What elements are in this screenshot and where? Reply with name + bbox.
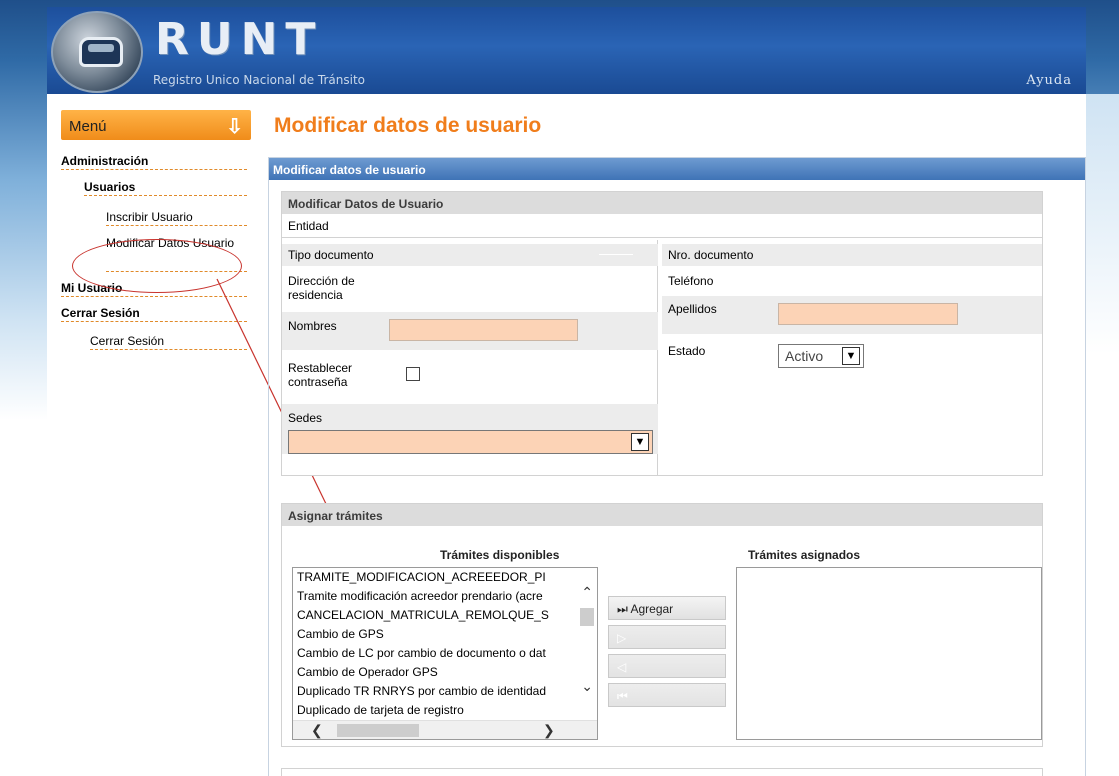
chevron-left-icon[interactable]: ❮ xyxy=(311,722,323,739)
sedes-select[interactable]: ▼ xyxy=(288,430,653,454)
direccion-label: Dirección de residencia xyxy=(288,274,355,302)
scroll-thumb[interactable] xyxy=(580,608,594,626)
sidebar: Menú ⇩ Administración Usuarios Inscribir… xyxy=(61,110,251,350)
nro-documento-label: Nro. documento xyxy=(668,248,754,262)
right-column: Nro. documento Teléfono Apellidos Estado… xyxy=(662,240,1042,475)
header: RUNT Registro Unico Nacional de Tránsito… xyxy=(47,7,1086,94)
list-item[interactable]: Tramite modificación acreedor prendario … xyxy=(293,587,576,606)
arrow-down-icon: ⇩ xyxy=(226,116,243,138)
horizontal-scrollbar[interactable]: ❮ ❯ xyxy=(293,720,597,739)
logo-text: RUNT xyxy=(155,14,324,65)
main-panel: Modificar datos de usuario Modificar Dat… xyxy=(268,157,1086,776)
menu-header[interactable]: Menú ⇩ xyxy=(61,110,251,140)
car-icon xyxy=(79,37,123,67)
apellidos-label: Apellidos xyxy=(668,302,717,316)
tipo-documento-value xyxy=(599,254,633,255)
sidebar-item-administracion[interactable]: Administración xyxy=(61,154,247,170)
nombres-label: Nombres xyxy=(288,319,337,333)
modify-user-section: Modificar Datos de Usuario Entidad Tipo … xyxy=(281,191,1043,476)
vertical-scrollbar[interactable]: ⌃ ⌄ xyxy=(576,568,597,720)
estado-select[interactable]: Activo ▼ xyxy=(778,344,864,368)
page: RUNT Registro Unico Nacional de Tránsito… xyxy=(0,0,1119,776)
estado-label: Estado xyxy=(668,344,706,358)
tramites-asignados-list[interactable] xyxy=(736,567,1042,740)
restablecer-label: Restablecer contraseña xyxy=(288,361,353,389)
chevron-down-icon: ▼ xyxy=(842,347,860,365)
entidad-label: Entidad xyxy=(282,214,1042,238)
menu-label: Menú xyxy=(69,118,107,135)
agregar-button[interactable]: ⏭ Agregar xyxy=(608,596,726,620)
chevron-down-icon: ▼ xyxy=(631,433,649,451)
list-items: TRAMITE_MODIFICACION_ACREEEDOR_PI Tramit… xyxy=(293,568,576,720)
sidebar-item-cerrar-sesion[interactable]: Cerrar Sesión xyxy=(90,334,247,350)
section-title: Modificar Datos de Usuario xyxy=(282,192,1042,214)
nombres-input[interactable] xyxy=(389,319,578,341)
logo-subtitle: Registro Unico Nacional de Tránsito xyxy=(153,73,366,87)
right-gutter xyxy=(1086,94,1119,776)
chevron-up-icon[interactable]: ⌃ xyxy=(581,584,593,601)
sidebar-item-cerrar-sesion-header[interactable]: Cerrar Sesión xyxy=(61,306,247,322)
sidebar-item-usuarios[interactable]: Usuarios xyxy=(84,180,247,196)
asignar-tramites-section: Asignar trámites Trámites disponibles Tr… xyxy=(281,503,1043,747)
scroll-thumb[interactable] xyxy=(337,724,419,737)
list-item[interactable]: CANCELACION_MATRICULA_REMOLQUE_S xyxy=(293,606,576,625)
chevron-right-icon[interactable]: ❯ xyxy=(543,722,555,739)
remove-all-button[interactable]: ⏮ xyxy=(608,683,726,707)
tipo-documento-label: Tipo documento xyxy=(288,248,374,262)
estado-value: Activo xyxy=(785,348,824,364)
sidebar-item-inscribir-usuario[interactable]: Inscribir Usuario xyxy=(106,210,247,226)
annotation-ellipse xyxy=(72,239,242,293)
asignar-title: Asignar trámites xyxy=(282,504,1042,526)
chevron-down-icon[interactable]: ⌄ xyxy=(581,678,593,695)
list-item[interactable]: TRAMITE_MODIFICACION_ACREEEDOR_PI xyxy=(293,568,576,587)
next-section xyxy=(281,768,1043,776)
list-item[interactable]: Duplicado TR RNRYS por cambio de identid… xyxy=(293,682,576,701)
list-item[interactable]: Cambio de Operador GPS xyxy=(293,663,576,682)
panel-title: Modificar datos de usuario xyxy=(269,158,1085,180)
runt-logo-icon xyxy=(51,11,143,93)
left-column: Tipo documento Dirección de residencia N… xyxy=(282,240,658,475)
telefono-label: Teléfono xyxy=(668,274,714,288)
sedes-label: Sedes xyxy=(288,411,323,425)
tramites-disponibles-list[interactable]: TRAMITE_MODIFICACION_ACREEEDOR_PI Tramit… xyxy=(292,567,598,740)
list-item[interactable]: Duplicado de tarjeta de registro xyxy=(293,701,576,720)
tramites-disponibles-label: Trámites disponibles xyxy=(440,548,560,562)
content-area: Menú ⇩ Administración Usuarios Inscribir… xyxy=(47,94,1086,776)
add-all-button[interactable]: ▷ xyxy=(608,625,726,649)
list-item[interactable]: Cambio de LC por cambio de documento o d… xyxy=(293,644,576,663)
help-link[interactable]: Ayuda xyxy=(1026,73,1072,88)
tramites-asignados-label: Trámites asignados xyxy=(748,548,861,562)
restablecer-checkbox[interactable] xyxy=(406,367,420,381)
apellidos-input[interactable] xyxy=(778,303,958,325)
page-title: Modificar datos de usuario xyxy=(274,114,542,137)
remove-button[interactable]: ◁ xyxy=(608,654,726,678)
list-item[interactable]: Cambio de GPS xyxy=(293,625,576,644)
